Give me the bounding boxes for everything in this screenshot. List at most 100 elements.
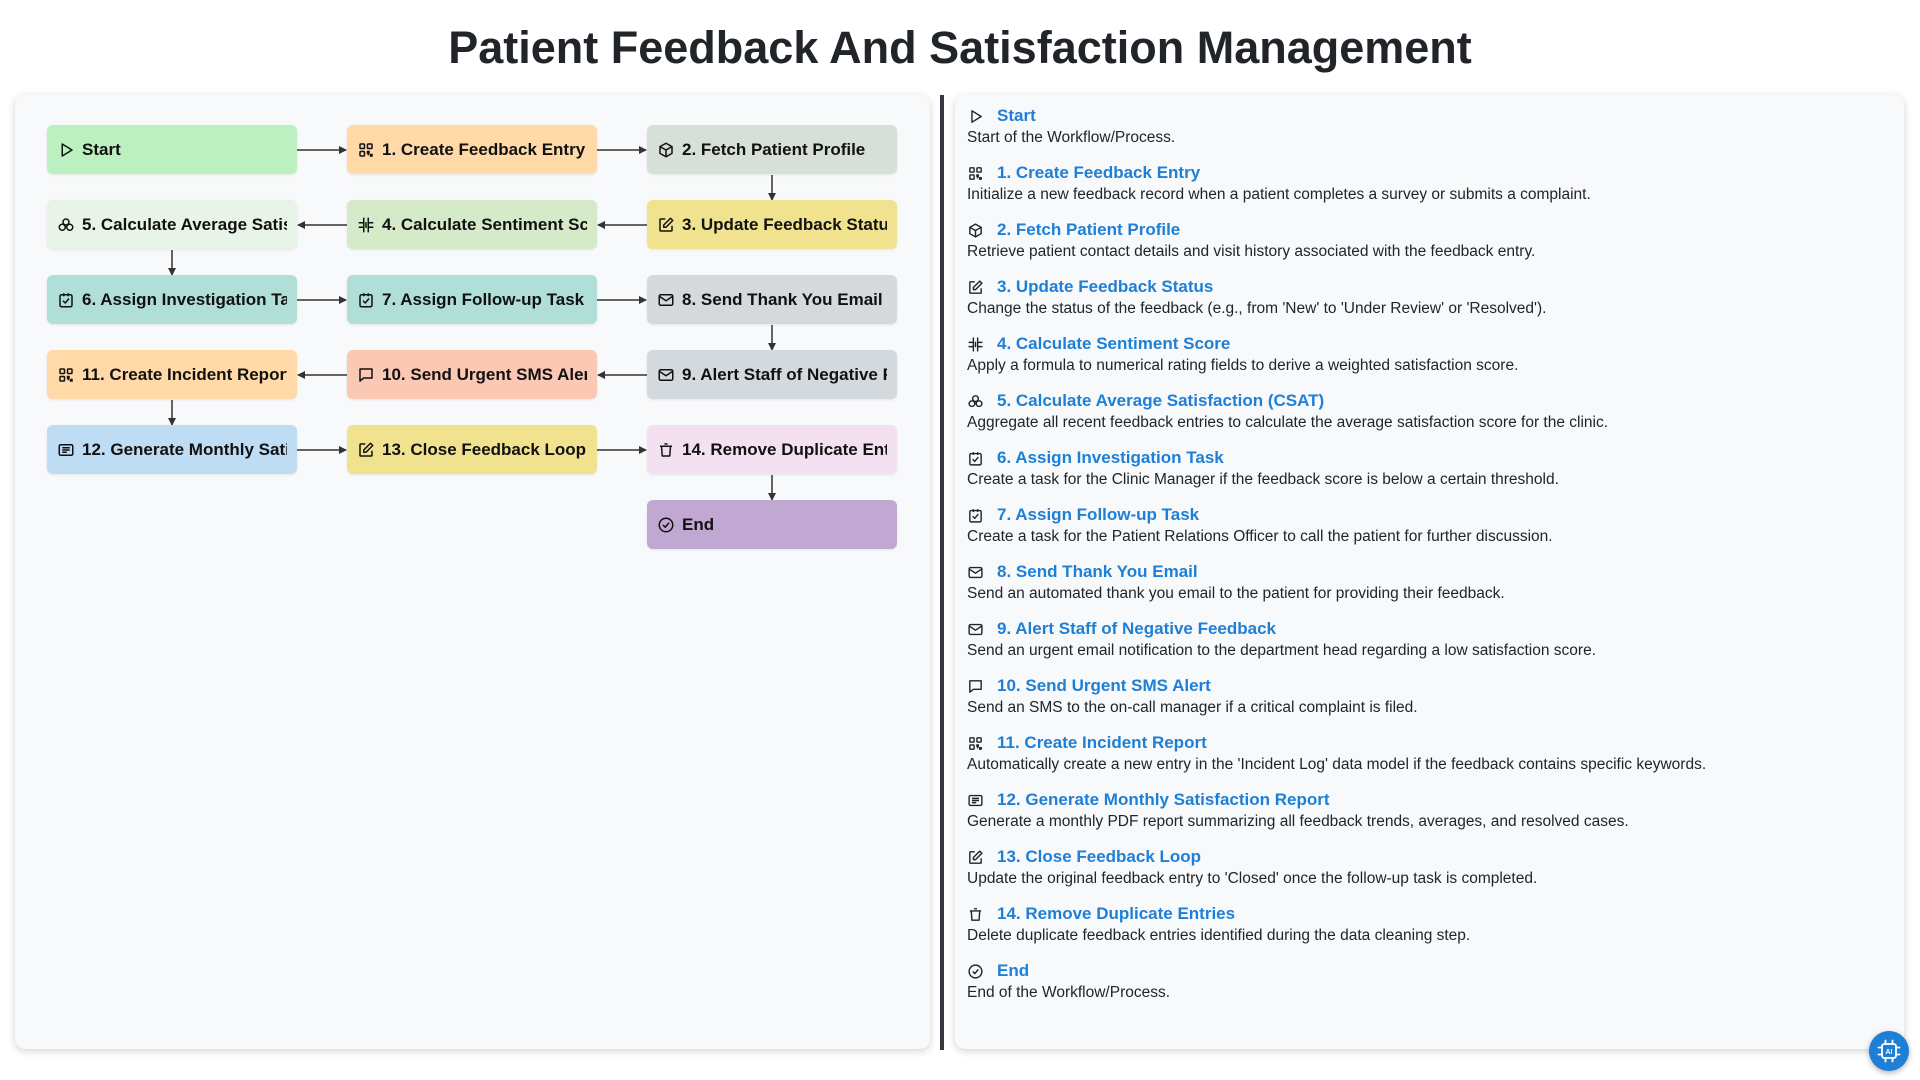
step-description: Create a task for the Patient Relations … (967, 528, 1553, 545)
step-item: 14. Remove Duplicate Entries Delete dupli… (967, 903, 1892, 945)
steps-panel: Start Start of the Workflow/Process. 1. Cr… (955, 95, 1904, 1049)
node-label: 4. Calculate Sentiment Score (382, 214, 587, 234)
step-description: Apply a formula to numerical rating fiel… (967, 357, 1519, 374)
node-label: 6. Assign Investigation Task (82, 289, 287, 309)
step-description: Change the status of the feedback (e.g.,… (967, 300, 1547, 317)
checkbox-icon (357, 291, 375, 309)
step-item: 5. Calculate Average Satisfaction (CSAT)… (967, 390, 1892, 432)
step-description: Send an urgent email notification to the… (967, 642, 1596, 659)
circles-icon (967, 393, 984, 410)
step-header: 9. Alert Staff of Negative Feedback (967, 618, 1892, 640)
node-s6[interactable]: 6. Assign Investigation Task (47, 275, 297, 324)
step-description: Update the original feedback entry to 'C… (967, 870, 1538, 887)
trash-icon (657, 441, 675, 459)
play-icon (967, 108, 984, 125)
node-label: End (682, 514, 715, 534)
node-s5[interactable]: 5. Calculate Average Satisfaction (CSAT) (47, 200, 297, 249)
node-s11[interactable]: 11. Create Incident Report (47, 350, 297, 399)
checkbox-icon (967, 507, 984, 524)
cube-icon (657, 141, 675, 159)
step-title-link[interactable]: 12. Generate Monthly Satisfaction Report (997, 790, 1330, 810)
cube-icon (967, 222, 984, 239)
node-label: 14. Remove Duplicate Entries (682, 439, 887, 459)
step-item: 6. Assign Investigation Task Create a tas… (967, 447, 1892, 489)
step-item: 1. Create Feedback Entry Initialize a new… (967, 162, 1892, 204)
qr-grid-icon (967, 165, 984, 182)
step-description: Generate a monthly PDF report summarizin… (967, 813, 1629, 830)
node-label: 12. Generate Monthly Satisfaction Report (82, 439, 287, 459)
ai-chip-icon: AI (1875, 1037, 1903, 1065)
step-header: 2. Fetch Patient Profile (967, 219, 1892, 241)
node-start[interactable]: Start (47, 125, 297, 174)
step-header: 11. Create Incident Report (967, 732, 1892, 754)
edit-icon (967, 279, 984, 296)
step-item: 3. Update Feedback Status Change the stat… (967, 276, 1892, 318)
step-title-link[interactable]: 14. Remove Duplicate Entries (997, 904, 1235, 924)
step-title-link[interactable]: Start (997, 106, 1036, 126)
step-description: End of the Workflow/Process. (967, 984, 1171, 1001)
node-s2[interactable]: 2. Fetch Patient Profile (647, 125, 897, 174)
node-label: 1. Create Feedback Entry (382, 139, 586, 159)
node-s10[interactable]: 10. Send Urgent SMS Alert (347, 350, 597, 399)
step-header: 7. Assign Follow-up Task (967, 504, 1892, 526)
node-s8[interactable]: 8. Send Thank You Email (647, 275, 897, 324)
circles-icon (57, 216, 75, 234)
node-label: 9. Alert Staff of Negative Feedback (682, 364, 887, 384)
step-item: 13. Close Feedback Loop Update the origin… (967, 846, 1892, 888)
step-title-link[interactable]: 2. Fetch Patient Profile (997, 220, 1180, 240)
panel-divider[interactable] (940, 95, 944, 1050)
step-title-link[interactable]: End (997, 961, 1029, 981)
step-item: 12. Generate Monthly Satisfaction Report… (967, 789, 1892, 831)
message-icon (357, 366, 375, 384)
step-title-link[interactable]: 9. Alert Staff of Negative Feedback (997, 619, 1276, 639)
step-header: 6. Assign Investigation Task (967, 447, 1892, 469)
node-s7[interactable]: 7. Assign Follow-up Task (347, 275, 597, 324)
step-title-link[interactable]: 10. Send Urgent SMS Alert (997, 676, 1211, 696)
step-header: 5. Calculate Average Satisfaction (CSAT) (967, 390, 1892, 412)
mail-icon (967, 621, 984, 638)
node-label: 3. Update Feedback Status (682, 214, 887, 234)
step-title-link[interactable]: 1. Create Feedback Entry (997, 163, 1200, 183)
step-item: 7. Assign Follow-up Task Create a task fo… (967, 504, 1892, 546)
step-title-link[interactable]: 4. Calculate Sentiment Score (997, 334, 1230, 354)
step-description: Create a task for the Clinic Manager if … (967, 471, 1559, 488)
node-label: 13. Close Feedback Loop (382, 439, 587, 459)
checkbox-icon (57, 291, 75, 309)
step-title-link[interactable]: 8. Send Thank You Email (997, 562, 1198, 582)
step-header: 14. Remove Duplicate Entries (967, 903, 1892, 925)
step-title-link[interactable]: 5. Calculate Average Satisfaction (CSAT) (997, 391, 1324, 411)
node-s4[interactable]: 4. Calculate Sentiment Score (347, 200, 597, 249)
node-s9[interactable]: 9. Alert Staff of Negative Feedback (647, 350, 897, 399)
step-item: 11. Create Incident Report Automatically … (967, 732, 1892, 774)
node-end[interactable]: End (647, 500, 897, 549)
node-label: 11. Create Incident Report (82, 364, 287, 384)
page-title: Patient Feedback And Satisfaction Manage… (448, 22, 1472, 73)
node-s12[interactable]: 12. Generate Monthly Satisfaction Report (47, 425, 297, 474)
step-description: Initialize a new feedback record when a … (967, 186, 1591, 203)
check-circle-icon (967, 963, 984, 980)
mail-icon (657, 291, 675, 309)
step-header: 4. Calculate Sentiment Score (967, 333, 1892, 355)
step-title-link[interactable]: 11. Create Incident Report (997, 733, 1207, 753)
hash-icon (967, 336, 984, 353)
step-title-link[interactable]: 6. Assign Investigation Task (997, 448, 1224, 468)
message-icon (967, 678, 984, 695)
ai-assistant-button[interactable]: AI (1869, 1031, 1909, 1071)
mail-icon (657, 366, 675, 384)
step-title-link[interactable]: 3. Update Feedback Status (997, 277, 1213, 297)
step-title-link[interactable]: 13. Close Feedback Loop (997, 847, 1201, 867)
node-s13[interactable]: 13. Close Feedback Loop (347, 425, 597, 474)
node-s3[interactable]: 3. Update Feedback Status (647, 200, 897, 249)
step-header: End (967, 960, 1892, 982)
node-s1[interactable]: 1. Create Feedback Entry (347, 125, 597, 174)
qr-grid-icon (967, 735, 984, 752)
play-icon (57, 141, 75, 159)
edit-icon (967, 849, 984, 866)
step-title-link[interactable]: 7. Assign Follow-up Task (997, 505, 1199, 525)
svg-text:AI: AI (1886, 1049, 1893, 1056)
node-label: 7. Assign Follow-up Task (382, 289, 585, 309)
step-header: 10. Send Urgent SMS Alert (967, 675, 1892, 697)
node-s14[interactable]: 14. Remove Duplicate Entries (647, 425, 897, 474)
step-description: Delete duplicate feedback entries identi… (967, 927, 1471, 944)
step-description: Start of the Workflow/Process. (967, 129, 1176, 146)
